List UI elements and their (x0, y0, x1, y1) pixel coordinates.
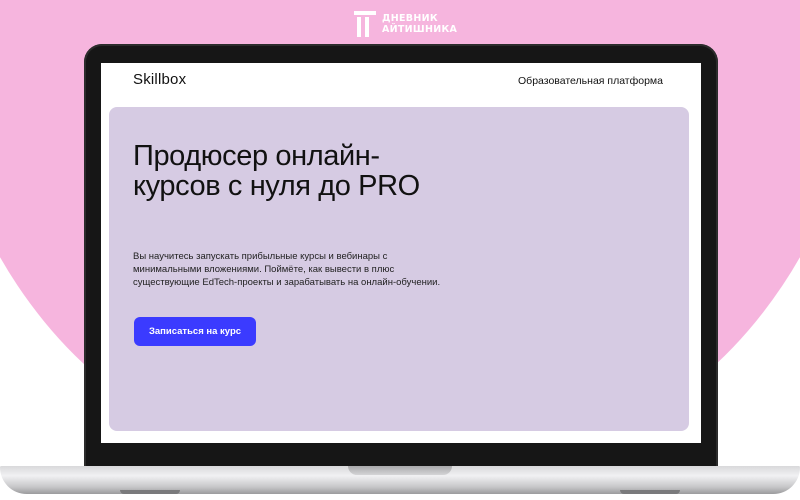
brand-text: ДНЕВНИК АЙТИШНИКА (382, 13, 457, 35)
brand-logo: ДНЕВНИК АЙТИШНИКА (354, 8, 457, 40)
hero-title: Продюсер онлайн-курсов с нуля до PRO (133, 140, 420, 202)
enroll-button[interactable]: Записаться на курс (134, 317, 256, 346)
site-header: Skillbox Образовательная платформа (101, 63, 701, 105)
laptop-notch (348, 466, 452, 475)
it-logo-icon (354, 11, 376, 37)
laptop-foot-right (620, 490, 680, 494)
laptop-screen: Skillbox Образовательная платформа Продю… (101, 63, 701, 443)
hero-description: Вы научитесь запускать прибыльные курсы … (133, 251, 441, 288)
brand-line-1: ДНЕВНИК (382, 13, 438, 24)
brand-line-2: АЙТИШНИКА (382, 24, 458, 35)
site-tagline: Образовательная платформа (518, 75, 663, 87)
laptop-foot-left (120, 490, 180, 494)
hero-banner: Продюсер онлайн-курсов с нуля до PRO Вы … (109, 107, 689, 431)
site-logo[interactable]: Skillbox (133, 71, 186, 88)
stage: ДНЕВНИК АЙТИШНИКА Skillbox Образовательн… (0, 0, 800, 500)
